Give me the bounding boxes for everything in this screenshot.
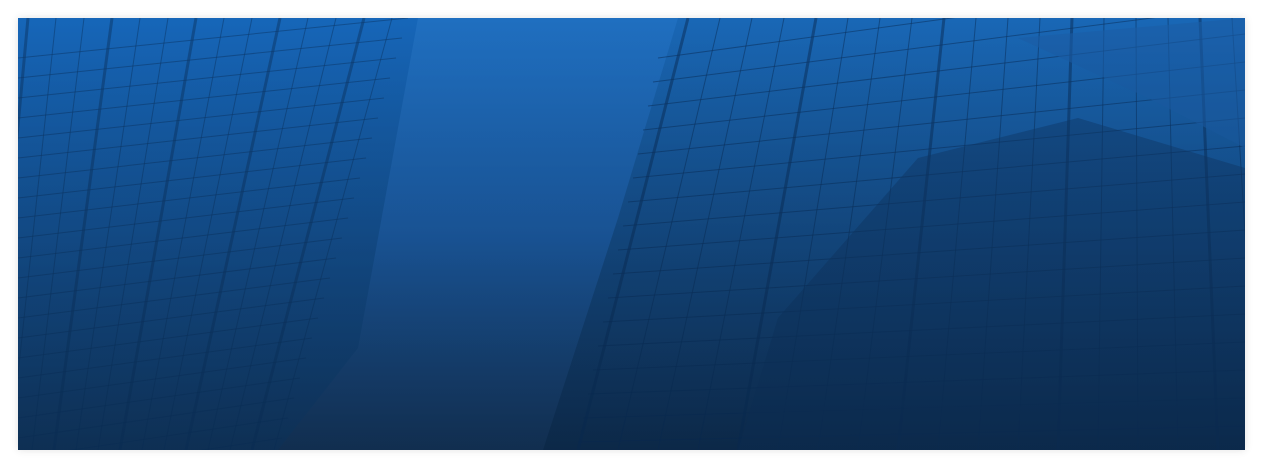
page	[0, 0, 1263, 468]
hero-banner	[18, 18, 1245, 450]
skyscraper-background-image	[18, 18, 1245, 450]
